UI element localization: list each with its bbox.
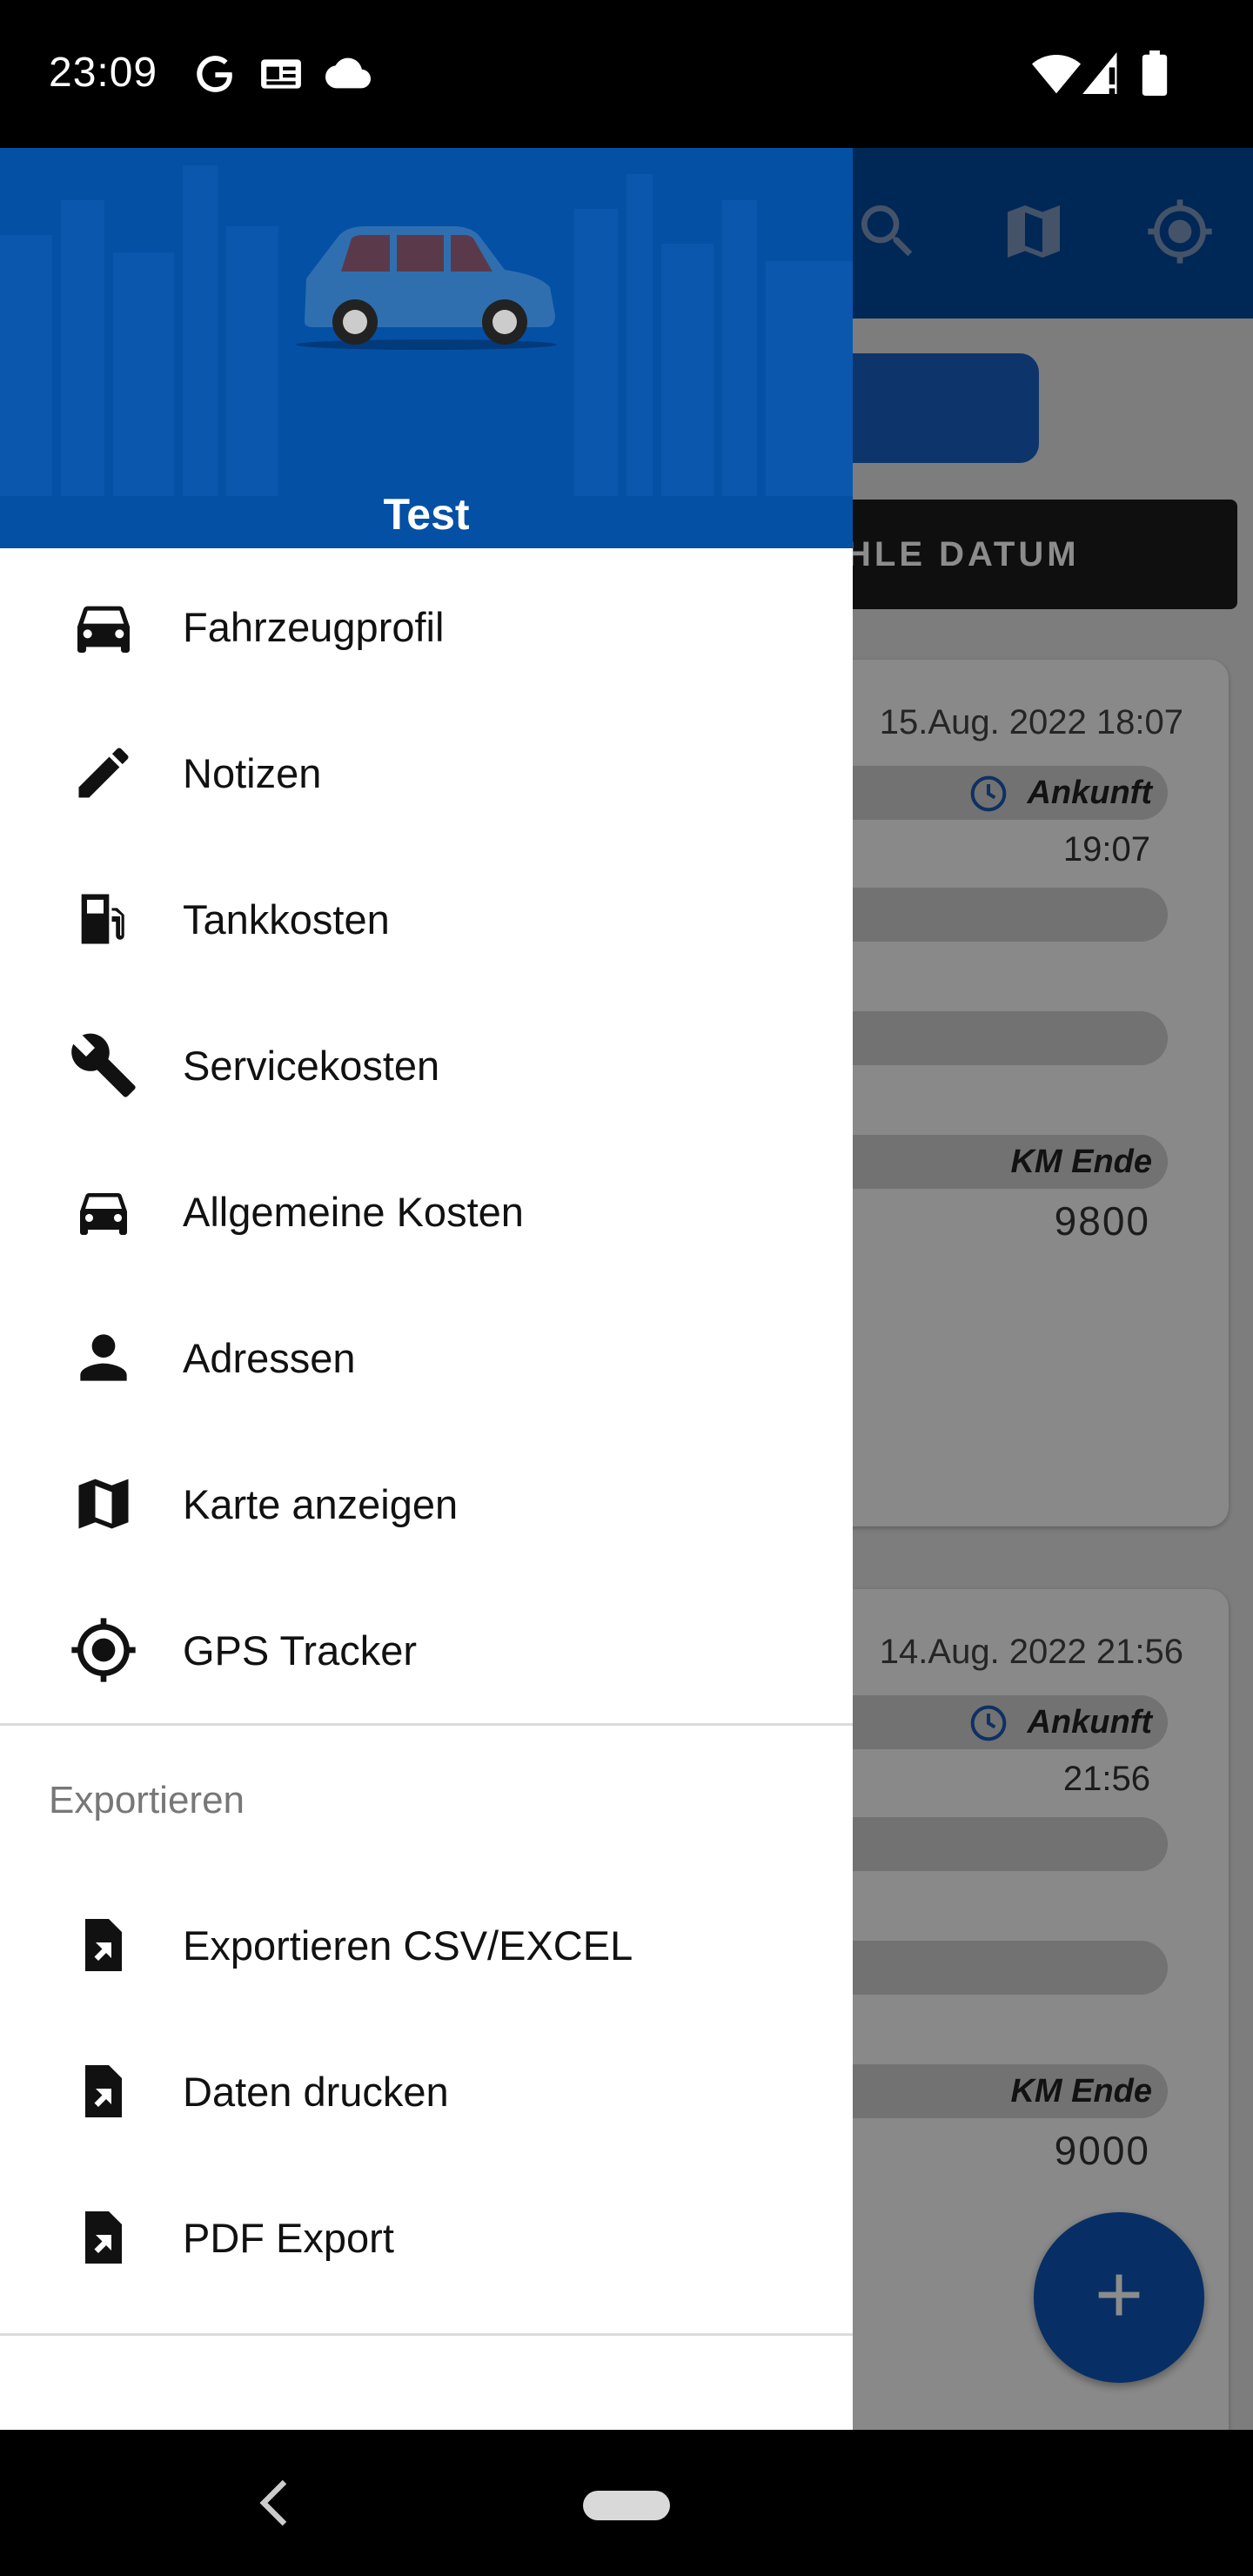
wifi-icon (1032, 55, 1081, 94)
file-export-icon (68, 2202, 139, 2273)
menu-item-tankkosten[interactable]: Tankkosten (0, 846, 853, 992)
menu-item-allgemeine-kosten[interactable]: Allgemeine Kosten (0, 1138, 853, 1285)
menu-item-servicekosten[interactable]: Servicekosten (0, 992, 853, 1138)
menu-item-karte-anzeigen[interactable]: Karte anzeigen (0, 1431, 853, 1577)
export-menu: Exportieren CSV/EXCEL Daten drucken PDF … (0, 1872, 853, 2311)
signal-icon (1082, 52, 1117, 94)
menu-item-daten-drucken[interactable]: Daten drucken (0, 2018, 853, 2164)
drawer-menu: Fahrzeugprofil Notizen Tankkosten Servic… (0, 553, 853, 1723)
status-bar: 23:09 (0, 0, 1253, 148)
fuel-icon (68, 883, 139, 955)
back-icon[interactable] (252, 2468, 296, 2538)
battery-icon (1142, 50, 1168, 96)
wrench-icon (68, 1030, 139, 1101)
map-icon (68, 1468, 139, 1540)
menu-item-export-csv[interactable]: Exportieren CSV/EXCEL (0, 1872, 853, 2018)
menu-item-pdf-export[interactable]: PDF Export (0, 2164, 853, 2311)
menu-item-adressen[interactable]: Adressen (0, 1285, 853, 1431)
menu-item-gps-tracker[interactable]: GPS Tracker (0, 1577, 853, 1723)
drawer-header: Test (0, 148, 853, 548)
file-export-icon (68, 2056, 139, 2127)
drawer-divider (0, 2333, 853, 2336)
profile-name: Test (383, 490, 470, 539)
gps-icon (68, 1614, 139, 1686)
navigation-drawer: Test Fahrzeugprofil Notizen Tankkosten S… (0, 148, 853, 2430)
status-time: 23:09 (49, 50, 158, 96)
menu-item-label: Karte anzeigen (183, 1480, 459, 1527)
system-navigation-bar (0, 2430, 1253, 2576)
menu-item-label: GPS Tracker (183, 1627, 418, 1674)
home-pill[interactable] (583, 2491, 670, 2520)
car-icon (68, 591, 139, 662)
pencil-icon (68, 737, 139, 808)
menu-item-notizen[interactable]: Notizen (0, 700, 853, 846)
menu-item-label: Tankkosten (183, 896, 390, 943)
file-export-icon (68, 1909, 139, 1981)
menu-item-fahrzeugprofil[interactable]: Fahrzeugprofil (0, 553, 853, 700)
car-image (296, 226, 557, 350)
person-icon (68, 1322, 139, 1393)
news-icon (261, 59, 301, 89)
menu-item-label: PDF Export (183, 2214, 394, 2261)
car-icon (68, 1176, 139, 1247)
menu-item-label: Adressen (183, 1334, 356, 1381)
google-icon (197, 56, 232, 92)
cloud-icon (325, 57, 371, 89)
menu-item-label: Exportieren CSV/EXCEL (183, 1922, 633, 1969)
menu-item-label: Fahrzeugprofil (183, 603, 445, 650)
export-section-title: Exportieren (49, 1779, 245, 1821)
menu-item-label: Allgemeine Kosten (183, 1188, 524, 1235)
menu-item-label: Servicekosten (183, 1042, 440, 1089)
menu-item-label: Daten drucken (183, 2068, 449, 2115)
menu-item-label: Notizen (183, 749, 322, 796)
